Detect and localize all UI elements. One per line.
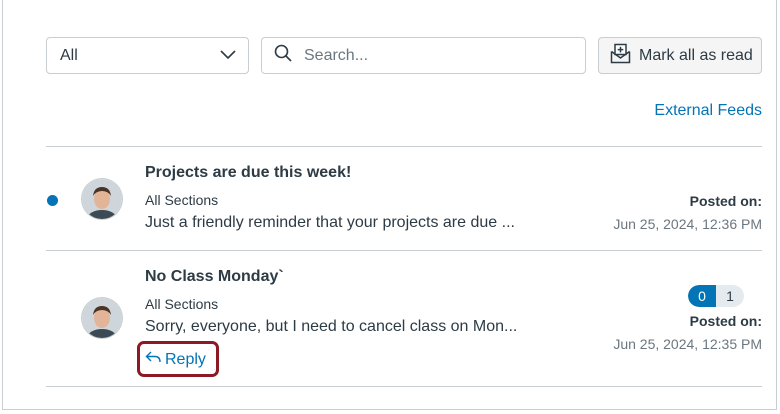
mark-all-read-label: Mark all as read [639, 46, 753, 64]
search-input[interactable] [302, 45, 566, 66]
mark-read-envelope-icon [610, 43, 631, 69]
posted-on-label: Posted on: [689, 193, 762, 209]
reply-count-badge: 0 1 [688, 285, 744, 307]
announcement-title[interactable]: No Class Monday` [145, 268, 284, 286]
announcement-title[interactable]: Projects are due this week! [145, 164, 351, 182]
reply-link[interactable]: Reply [145, 350, 206, 369]
total-replies-count: 1 [716, 285, 744, 307]
reply-arrow-icon [145, 350, 161, 369]
unread-replies-count: 0 [688, 285, 716, 307]
author-avatar [82, 179, 122, 219]
divider [46, 250, 762, 251]
announcement-section: All Sections [145, 192, 219, 208]
unread-indicator [47, 195, 58, 206]
external-feeds-link[interactable]: External Feeds [654, 102, 762, 120]
posted-on-label: Posted on: [689, 313, 762, 329]
divider [46, 146, 762, 147]
posted-date: Jun 25, 2024, 12:35 PM [613, 336, 762, 352]
mark-all-read-button[interactable]: Mark all as read [598, 37, 762, 74]
announcement-snippet: Sorry, everyone, but I need to cancel cl… [145, 318, 518, 335]
search-box [261, 37, 586, 74]
chevron-down-icon [220, 47, 236, 65]
divider [46, 386, 762, 387]
posted-date: Jun 25, 2024, 12:36 PM [613, 216, 762, 232]
search-icon [274, 44, 292, 67]
announcement-snippet: Just a friendly reminder that your proje… [145, 214, 515, 231]
section-filter-value: All [60, 46, 78, 64]
author-avatar [82, 298, 122, 338]
announcement-section: All Sections [145, 296, 219, 312]
reply-label: Reply [165, 350, 206, 368]
section-filter-select[interactable]: All [46, 37, 249, 74]
